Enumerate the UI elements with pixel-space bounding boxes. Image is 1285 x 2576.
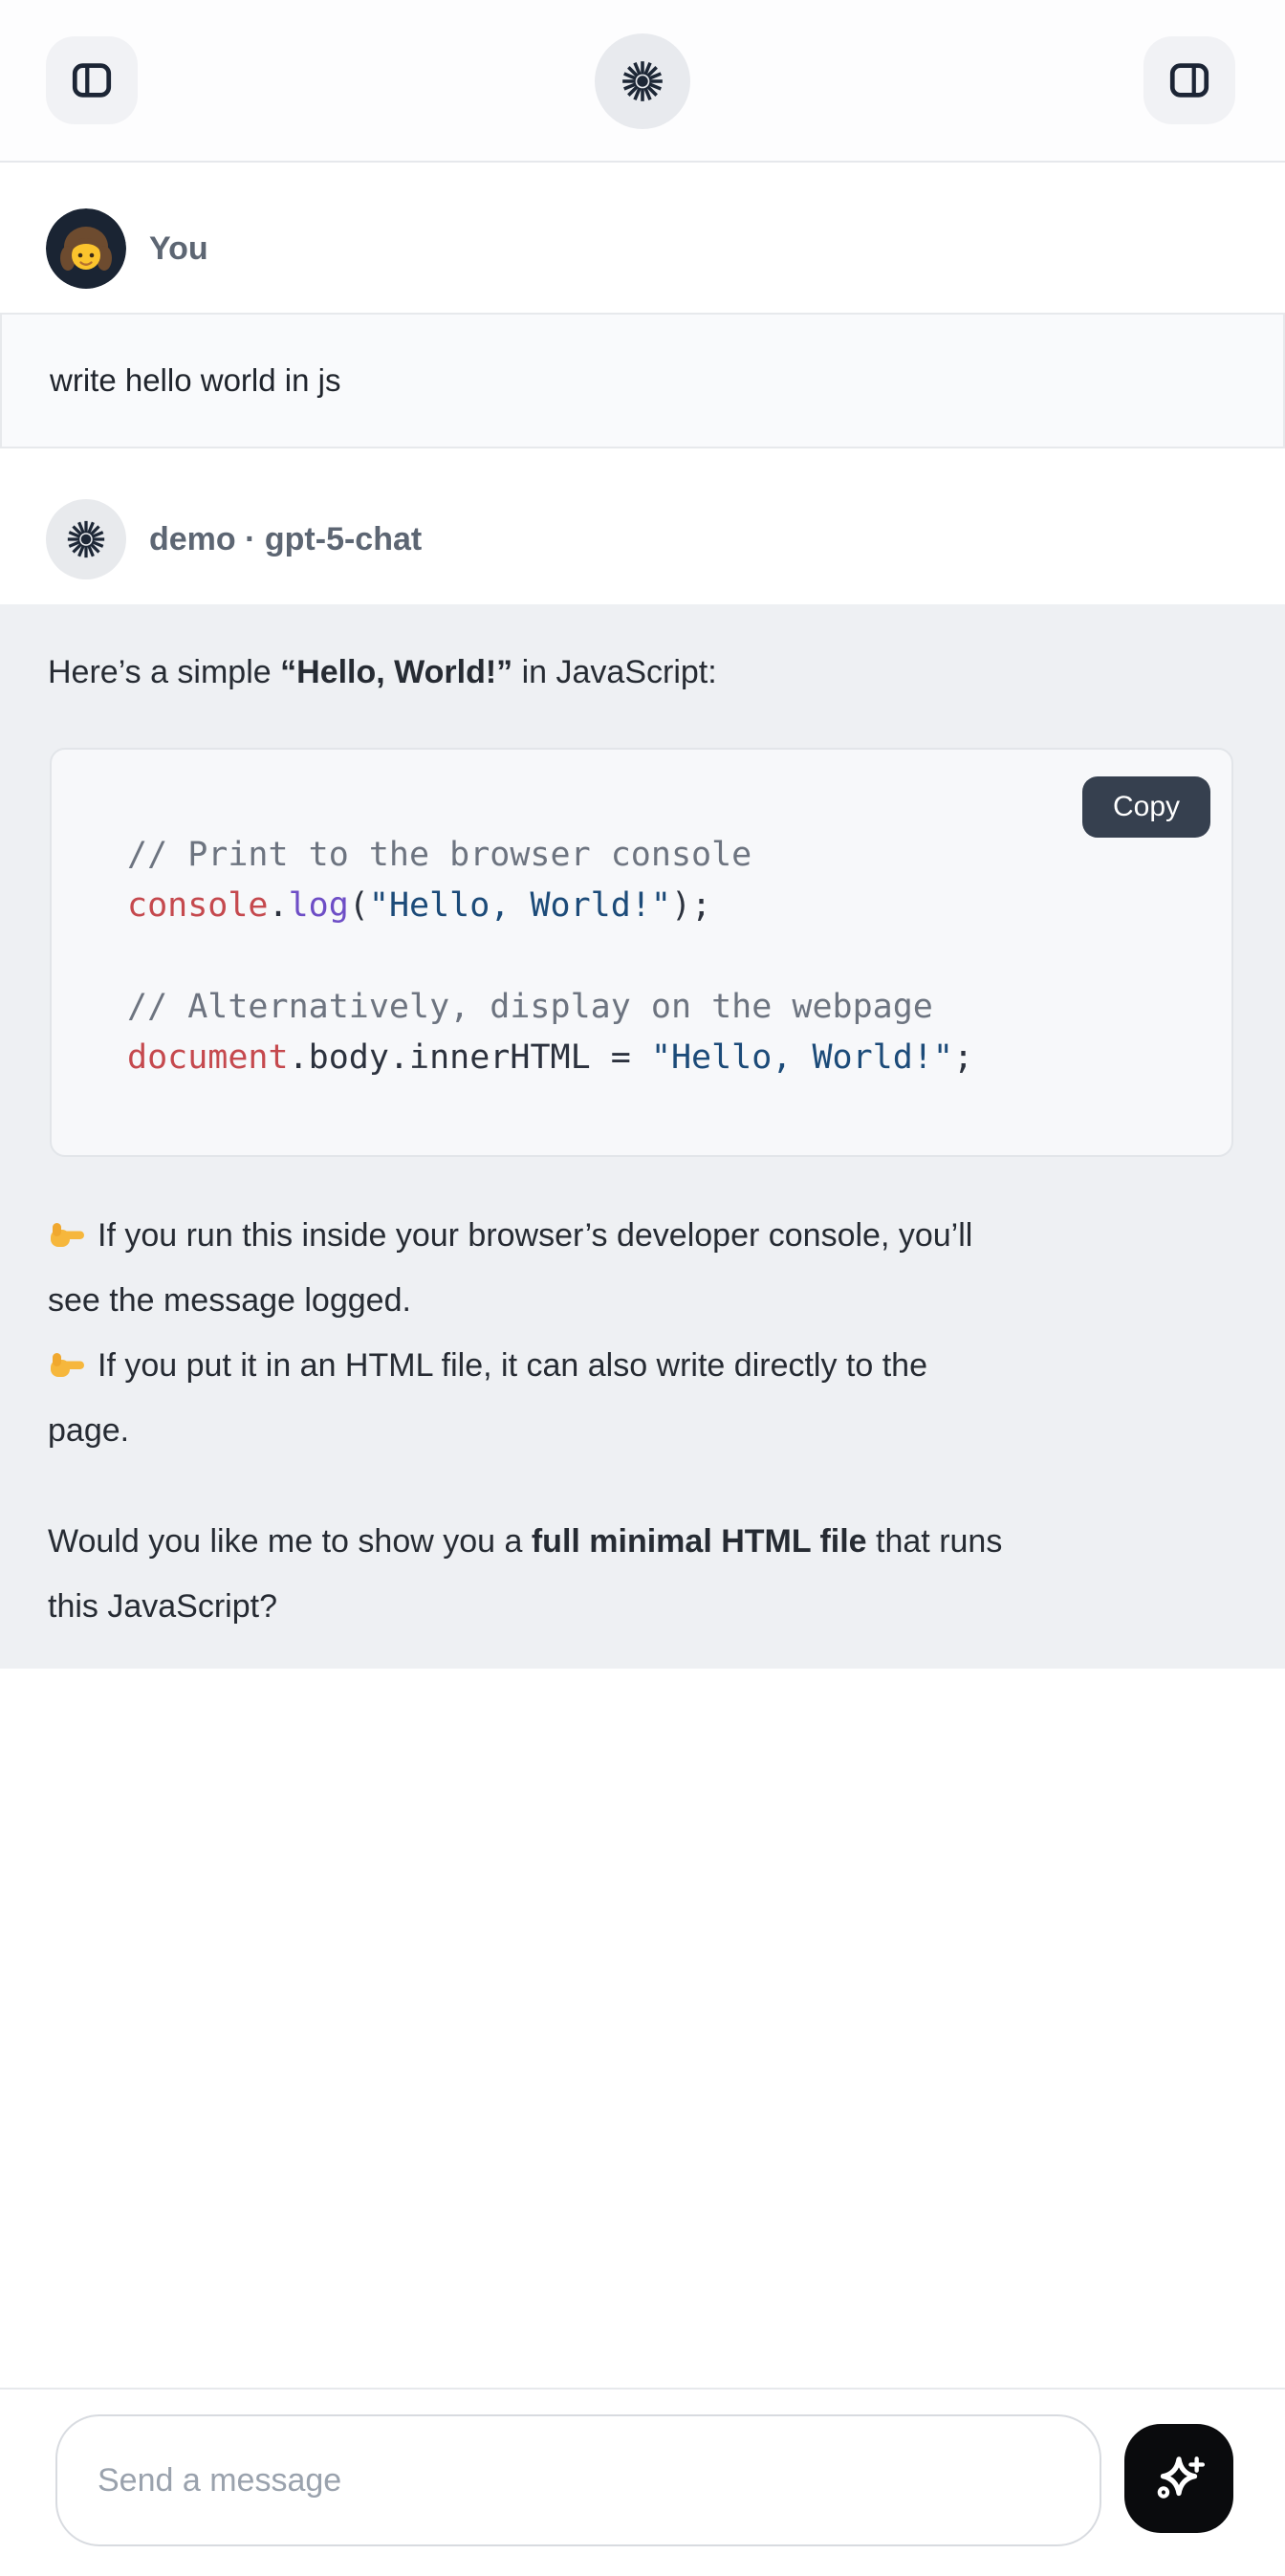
question-bold-text: full minimal HTML file xyxy=(532,1523,867,1560)
code-blank-line xyxy=(127,931,973,982)
code-token: ( xyxy=(349,886,369,925)
code-string: "Hello, World!" xyxy=(651,1038,953,1077)
assistant-sender-label: demo · gpt-5-chat xyxy=(149,521,422,558)
panel-right-icon xyxy=(1165,55,1214,105)
intro-text-post: in JavaScript: xyxy=(512,654,717,690)
message-input[interactable] xyxy=(55,2414,1101,2546)
bullet-line-wrap: see the message logged. xyxy=(48,1268,1243,1333)
code-token: console xyxy=(127,886,269,925)
pointing-right-emoji xyxy=(48,1346,86,1385)
starburst-icon xyxy=(64,517,108,561)
right-sidebar-toggle-button[interactable] xyxy=(1143,36,1235,124)
question-text: Would you like me to show you a xyxy=(48,1523,532,1560)
user-avatar xyxy=(46,208,126,289)
bullet-text: see the message logged. xyxy=(48,1268,411,1333)
code-comment: // Alternatively, display on the webpage xyxy=(127,988,933,1026)
code-string: "Hello, World!" xyxy=(369,886,671,925)
starburst-icon xyxy=(619,57,666,105)
bullet-text: If you run this inside your browser’s de… xyxy=(98,1203,972,1268)
bullet-text: page. xyxy=(48,1398,129,1463)
top-bar xyxy=(0,0,1285,163)
copy-code-button[interactable]: Copy xyxy=(1082,776,1210,838)
user-sender-label: You xyxy=(149,230,208,268)
bullet-line: If you put it in an HTML file, it can al… xyxy=(48,1333,1243,1398)
left-sidebar-toggle-button[interactable] xyxy=(46,36,138,124)
composer-bar xyxy=(0,2388,1285,2576)
user-message: write hello world in js xyxy=(0,313,1285,448)
code-token: ; xyxy=(953,1038,973,1077)
user-message-text: write hello world in js xyxy=(50,362,340,399)
chat-app: You write hello world in js demo xyxy=(0,0,1285,2576)
intro-text: Here’s a simple xyxy=(48,654,280,690)
code-content: // Print to the browser console console.… xyxy=(127,830,973,1083)
assistant-avatar xyxy=(46,499,126,579)
person-emoji-icon xyxy=(46,208,126,289)
code-comment: // Print to the browser console xyxy=(127,836,751,874)
app-logo-button[interactable] xyxy=(595,33,690,129)
assistant-message: Here’s a simple “Hello, World!” in JavaS… xyxy=(0,604,1285,1669)
question-line: this JavaScript? xyxy=(48,1574,1243,1639)
intro-bold-text: “Hello, World!” xyxy=(280,654,512,690)
bullet-text: If you put it in an HTML file, it can al… xyxy=(98,1333,927,1398)
code-token: log xyxy=(289,886,349,925)
pointing-right-emoji xyxy=(48,1216,86,1255)
assistant-message-header: demo · gpt-5-chat xyxy=(46,499,422,579)
bullet-line: If you run this inside your browser’s de… xyxy=(48,1203,1243,1268)
bullet-line-wrap: page. xyxy=(48,1398,1243,1463)
question-line: Would you like me to show you a full min… xyxy=(48,1509,1243,1574)
code-token: .body.innerHTML = xyxy=(289,1038,651,1077)
send-button[interactable] xyxy=(1124,2424,1233,2533)
assistant-intro-paragraph: Here’s a simple “Hello, World!” in JavaS… xyxy=(48,640,1243,705)
assistant-bullets-paragraph: If you run this inside your browser’s de… xyxy=(48,1203,1243,1463)
code-token: ); xyxy=(671,886,711,925)
assistant-question-paragraph: Would you like me to show you a full min… xyxy=(48,1509,1243,1639)
panel-left-icon xyxy=(67,55,117,105)
code-block: Copy // Print to the browser console con… xyxy=(50,748,1233,1157)
code-token: document xyxy=(127,1038,289,1077)
question-text-post: that runs xyxy=(867,1523,1003,1560)
user-message-header: You xyxy=(46,208,208,289)
sparkle-icon xyxy=(1151,2451,1207,2506)
code-token: . xyxy=(269,886,289,925)
